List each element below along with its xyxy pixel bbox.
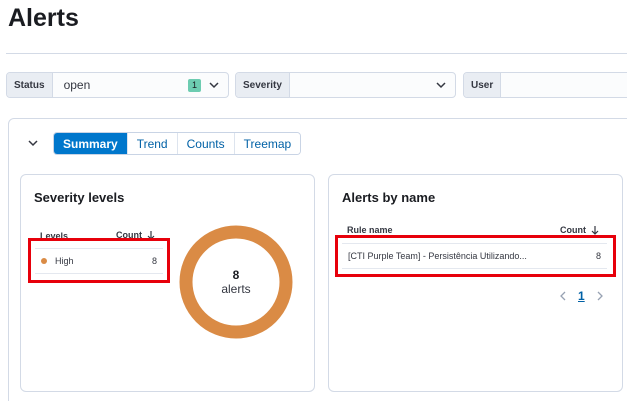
chevron-right-icon[interactable]: [595, 291, 605, 301]
tab-summary[interactable]: Summary: [54, 133, 128, 154]
alerts-card-title: Alerts by name: [342, 190, 436, 205]
tab-treemap[interactable]: Treemap: [234, 133, 301, 154]
donut-label: alerts: [221, 282, 251, 296]
alerts-by-name-card: Alerts by name: [328, 174, 623, 392]
arrow-down-icon: [591, 226, 599, 235]
chevron-left-icon[interactable]: [558, 291, 568, 301]
highlight-box-severity: [28, 238, 170, 283]
pagination: 1: [558, 289, 605, 303]
severity-filter-label: Severity: [236, 73, 290, 97]
rule-name-column-header: Rule name: [347, 225, 393, 235]
alerts-count-column-header[interactable]: Count: [560, 225, 600, 235]
alerts-count-header-label: Count: [560, 225, 586, 235]
status-filter[interactable]: Status open 1: [6, 72, 229, 98]
severity-filter[interactable]: Severity: [235, 72, 456, 98]
tab-counts[interactable]: Counts: [177, 133, 235, 154]
donut-total: 8: [232, 268, 240, 282]
user-filter-label: User: [464, 73, 502, 97]
donut-center: 8 alerts: [179, 225, 293, 339]
status-filter-label: Status: [7, 73, 53, 97]
title-divider: [6, 53, 627, 54]
highlight-box-rule: [335, 235, 616, 277]
collapse-toggle-icon[interactable]: [26, 136, 40, 150]
page-title: Alerts: [8, 4, 79, 32]
severity-card-title: Severity levels: [34, 190, 125, 205]
chevron-down-icon[interactable]: [207, 78, 221, 92]
chevron-down-icon[interactable]: [434, 78, 448, 92]
page-number-current[interactable]: 1: [578, 289, 585, 303]
view-tabs: Summary Trend Counts Treemap: [53, 132, 302, 155]
tab-trend[interactable]: Trend: [127, 133, 178, 154]
status-filter-count-badge: 1: [188, 78, 201, 92]
status-filter-value: open: [63, 78, 91, 92]
user-filter[interactable]: User: [463, 72, 627, 98]
